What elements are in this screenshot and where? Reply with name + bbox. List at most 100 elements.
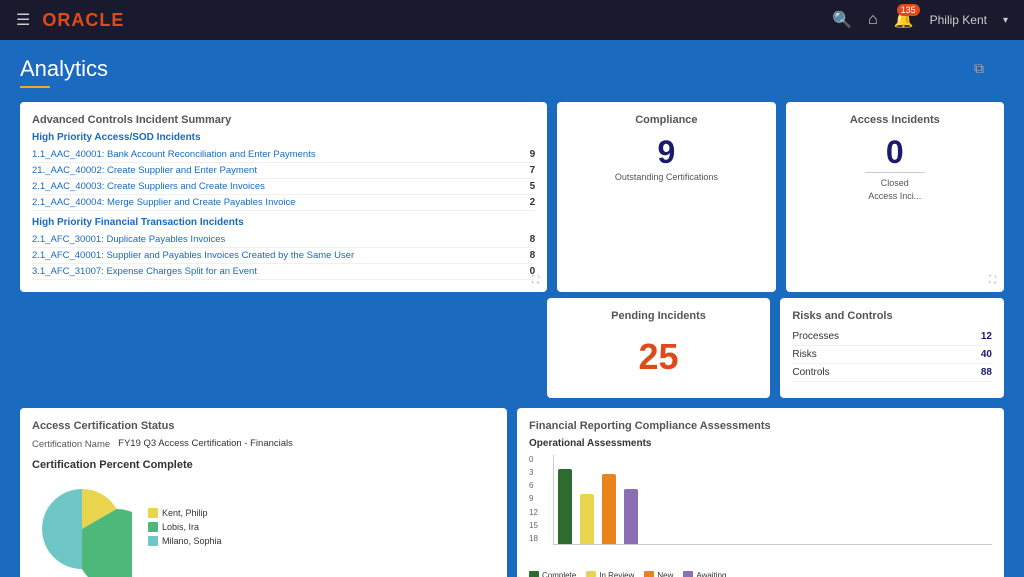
access-incidents-title: Access Incidents	[798, 114, 992, 126]
bar-review	[580, 494, 594, 544]
legend-item: Kent, Philip	[148, 508, 222, 518]
bar-legend-color-new	[644, 571, 654, 577]
table-row: 1.1_AAC_40001: Bank Account Reconciliati…	[32, 147, 535, 163]
legend-item: Complete	[529, 571, 576, 577]
title-underline	[20, 86, 50, 88]
incident-link[interactable]: 2.1_AFC_40001: Supplier and Payables Inv…	[32, 250, 519, 261]
incident-link[interactable]: 2.1_AAC_40004: Merge Supplier and Create…	[32, 197, 519, 208]
high-priority-financial-label: High Priority Financial Transaction Inci…	[32, 217, 535, 228]
bottom-widget-row: Access Certification Status Certificatio…	[20, 408, 1004, 577]
notification-icon[interactable]: 🔔 135	[894, 10, 914, 30]
legend-color-kent	[148, 508, 158, 518]
table-row: Risks 40	[792, 346, 992, 364]
page-title: Analytics	[20, 56, 1004, 82]
legend-item: New	[644, 571, 673, 577]
risks-value: 40	[981, 349, 992, 360]
legend-color-lobis	[148, 522, 158, 532]
y-label: 3	[529, 468, 538, 477]
legend-item: In Review	[586, 571, 634, 577]
bar-legend-label-review: In Review	[599, 571, 634, 577]
cert-name-value: FY19 Q3 Access Certification - Financial…	[118, 438, 293, 449]
access-status-label: Closed	[798, 177, 992, 190]
bar-legend-color-complete	[529, 571, 539, 577]
controls-value: 88	[981, 367, 992, 378]
bar-group-review	[580, 494, 594, 544]
notification-badge: 135	[897, 4, 920, 16]
access-incidents-card: Access Incidents 0 Closed Access Inci...…	[786, 102, 1004, 292]
bar-legend-label-complete: Complete	[542, 571, 576, 577]
incident-link[interactable]: 1.1_AAC_40001: Bank Account Reconciliati…	[32, 149, 519, 160]
expand-icon[interactable]: ⛶	[532, 275, 539, 286]
spacer	[20, 298, 537, 398]
bar-chart-inner	[553, 455, 992, 545]
incident-link[interactable]: 2.1_AAC_40003: Create Suppliers and Crea…	[32, 181, 519, 192]
access-incidents-number: 0	[798, 136, 992, 168]
nav-right: 🔍 ⌂ 🔔 135 Philip Kent ▾	[832, 10, 1008, 30]
bar-chart-area: 18 15 12 9 6 3 0	[529, 455, 992, 565]
bar-complete	[558, 469, 572, 544]
risks-controls-title: Risks and Controls	[792, 310, 992, 322]
table-row: 2.1_AAC_40003: Create Suppliers and Crea…	[32, 179, 535, 195]
bar-legend-color-review	[586, 571, 596, 577]
y-label: 18	[529, 534, 538, 543]
legend-label-milano: Milano, Sophia	[162, 536, 222, 546]
bar-chart-legend: Complete In Review New Awaiting Approval	[529, 571, 992, 577]
high-priority-access-label: High Priority Access/SOD Incidents	[32, 132, 535, 143]
copy-icon[interactable]: ⧉	[974, 60, 984, 77]
incident-link[interactable]: 3.1_AFC_31007: Expense Charges Split for…	[32, 266, 519, 277]
user-name[interactable]: Philip Kent	[930, 13, 987, 27]
bar-legend-color-awaiting	[683, 571, 693, 577]
compliance-number: 9	[569, 136, 763, 168]
incident-count: 8	[519, 234, 535, 245]
bar-awaiting	[624, 489, 638, 544]
incident-count: 5	[519, 181, 535, 192]
certification-title: Access Certification Status	[32, 420, 495, 432]
financial-reporting-card: Financial Reporting Compliance Assessmen…	[517, 408, 1004, 577]
pie-chart	[32, 479, 132, 577]
compliance-label: Outstanding Certifications	[569, 172, 763, 182]
table-row: 2.1_AFC_30001: Duplicate Payables Invoic…	[32, 232, 535, 248]
y-label: 9	[529, 494, 538, 503]
risks-table: Processes 12 Risks 40 Controls 88	[792, 328, 992, 382]
search-icon[interactable]: 🔍	[832, 10, 852, 30]
nav-left: ☰ ORACLE	[16, 10, 124, 31]
hamburger-menu[interactable]: ☰	[16, 10, 30, 30]
legend-item: Awaiting Approval	[683, 571, 738, 577]
bar-group-complete	[558, 469, 572, 544]
user-chevron-icon[interactable]: ▾	[1003, 15, 1008, 26]
pending-incidents-title: Pending Incidents	[559, 310, 759, 322]
incident-count: 2	[519, 197, 535, 208]
processes-value: 12	[981, 331, 992, 342]
risks-controls-card: Risks and Controls Processes 12 Risks 40…	[780, 298, 1004, 398]
y-label: 15	[529, 521, 538, 530]
processes-label: Processes	[792, 331, 839, 342]
controls-label: Controls	[792, 367, 829, 378]
bar-group-new	[602, 474, 616, 544]
pending-incidents-number: 25	[559, 336, 759, 378]
risks-label: Risks	[792, 349, 816, 360]
table-row: Controls 88	[792, 364, 992, 382]
financial-reporting-title: Financial Reporting Compliance Assessmen…	[529, 420, 992, 432]
legend-color-milano	[148, 536, 158, 546]
cert-percent-title: Certification Percent Complete	[32, 459, 495, 471]
expand-icon[interactable]: ⛶	[989, 275, 996, 286]
y-label: 0	[529, 455, 538, 464]
pie-legend: Kent, Philip Lobis, Ira Milano, Sophia	[148, 508, 222, 550]
bar-legend-label-new: New	[657, 571, 673, 577]
home-icon[interactable]: ⌂	[868, 11, 878, 29]
compliance-title: Compliance	[569, 114, 763, 126]
pending-incidents-card: Pending Incidents 25	[547, 298, 771, 398]
access-sub-label: Access Inci...	[798, 190, 992, 203]
incident-count: 8	[519, 250, 535, 261]
legend-item: Milano, Sophia	[148, 536, 222, 546]
bar-group-awaiting	[624, 489, 638, 544]
incident-link[interactable]: 2.1_AFC_30001: Duplicate Payables Invoic…	[32, 234, 519, 245]
top-widget-row: Advanced Controls Incident Summary High …	[20, 102, 1004, 292]
legend-item: Lobis, Ira	[148, 522, 222, 532]
legend-label-kent: Kent, Philip	[162, 508, 208, 518]
bar-new	[602, 474, 616, 544]
cert-name-field: Certification Name FY19 Q3 Access Certif…	[32, 438, 495, 451]
bar-chart-title: Operational Assessments	[529, 438, 992, 449]
incident-link[interactable]: 21._AAC_40002: Create Supplier and Enter…	[32, 165, 519, 176]
cert-name-label: Certification Name	[32, 438, 110, 451]
